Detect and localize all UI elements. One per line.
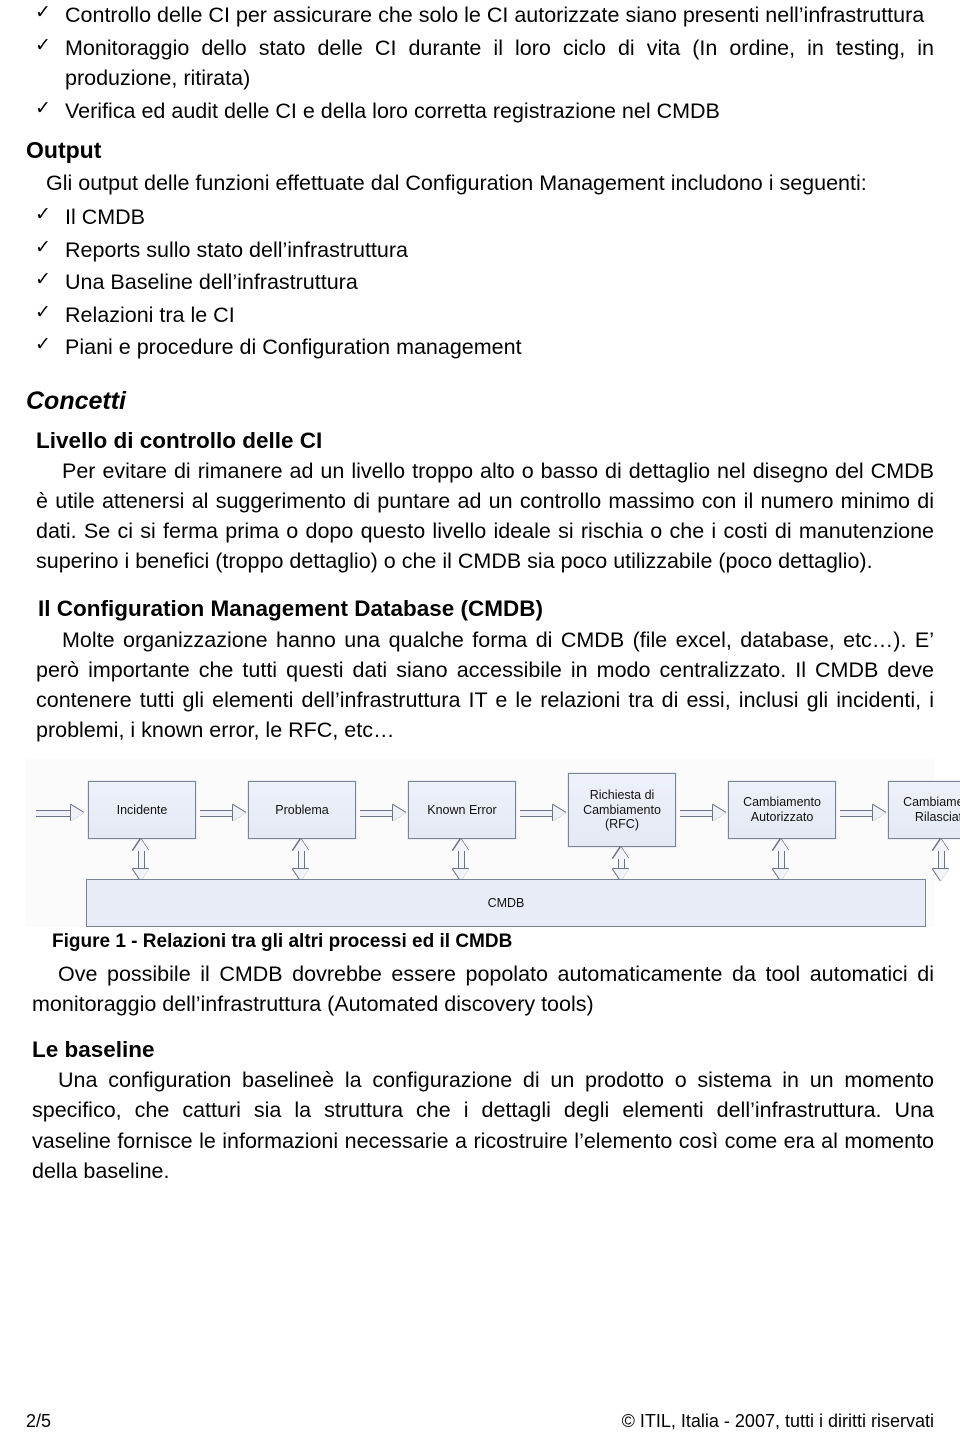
node-problema: Problema	[248, 780, 356, 839]
list-item: ✓ Reports sullo stato dell’infrastruttur…	[26, 235, 934, 266]
link-arrow-problema-cmdb	[293, 838, 310, 881]
after-figure-body-text: Ove possibile il CMDB dovrebbe essere po…	[32, 961, 934, 1016]
flow-arrow-1	[200, 804, 246, 822]
baseline-body-text: Una configuration baselineè la configura…	[32, 1068, 934, 1183]
link-arrow-cambiamento-rilasciato-cmdb	[933, 838, 950, 881]
node-label: Incidente	[116, 802, 168, 817]
node-label: Known Error	[427, 802, 497, 817]
list-item: ✓ Verifica ed audit delle CI e della lor…	[26, 96, 934, 127]
link-arrow-cambiamento-autorizzato-cmdb	[773, 838, 790, 881]
list-item-text: Piani e procedure di Configuration manag…	[65, 335, 522, 360]
list-item-text: Il CMDB	[65, 205, 146, 230]
cmdb-repository-label: CMDB	[487, 895, 525, 910]
node-label: Problema	[275, 802, 329, 817]
checkmark-icon: ✓	[35, 204, 51, 226]
figure-caption: Figure 1 - Relazioni tra gli altri proce…	[52, 930, 513, 952]
checkmark-icon: ✓	[35, 301, 51, 323]
node-cambiamento-autorizzato: Cambiamento Autorizzato	[728, 780, 836, 839]
list-item-text: Una Baseline dell’infrastruttura	[65, 270, 358, 295]
list-item-text: Reports sullo stato dell’infrastruttura	[65, 237, 408, 262]
node-label: Richiesta di Cambiamento (RFC)	[583, 787, 661, 832]
process-flow-diagram: Incidente Problema Known Error Richiesta…	[26, 759, 960, 927]
concetti-heading: Concetti	[26, 386, 126, 415]
livello-body-text: Per evitare di rimanere ad un livello tr…	[36, 458, 934, 574]
flow-arrow-entry	[36, 804, 84, 822]
checkmark-icon: ✓	[35, 34, 51, 56]
list-item: ✓ Il CMDB	[26, 202, 934, 233]
cmdb-body-text: Molte organizzazione hanno una qualche f…	[36, 627, 934, 742]
copyright-notice: © ITIL, Italia - 2007, tutti i diritti r…	[621, 1411, 934, 1431]
node-incidente: Incidente	[88, 780, 196, 839]
output-bullet-list: ✓ Il CMDB ✓ Reports sullo stato dell’inf…	[26, 202, 934, 363]
list-item: ✓ Monitoraggio dello stato delle CI dura…	[26, 33, 934, 94]
output-heading: Output	[26, 137, 102, 164]
list-item-text: Monitoraggio dello stato delle CI durant…	[65, 35, 934, 91]
list-item: ✓ Una Baseline dell’infrastruttura	[26, 267, 934, 298]
page-footer: 2/5 © ITIL, Italia - 2007, tutti i dirit…	[26, 1411, 934, 1432]
node-known-error: Known Error	[408, 780, 516, 839]
flow-arrow-3	[520, 804, 566, 822]
flow-arrow-4	[680, 804, 726, 822]
node-label: Cambiamento Autorizzato	[743, 795, 821, 824]
list-item-text: Controllo delle CI per assicurare che so…	[65, 3, 925, 27]
flow-arrow-2	[360, 804, 406, 822]
node-label: Cambiamento Rilasciato	[903, 795, 960, 824]
baseline-heading: Le baseline	[32, 1037, 155, 1063]
list-item-text: Verifica ed audit delle CI e della loro …	[65, 98, 720, 123]
list-item: ✓ Controllo delle CI per assicurare che …	[26, 0, 934, 31]
link-arrow-incidente-cmdb	[133, 838, 150, 881]
figure-1: Incidente Problema Known Error Richiesta…	[26, 758, 960, 927]
checkmark-icon: ✓	[35, 334, 51, 356]
checkmark-icon: ✓	[35, 2, 51, 23]
list-item: ✓ Relazioni tra le CI	[26, 300, 934, 331]
page-number: 2/5	[26, 1411, 52, 1431]
node-cambiamento-rilasciato: Cambiamento Rilasciato	[888, 780, 960, 839]
node-richiesta-cambiamento-rfc: Richiesta di Cambiamento (RFC)	[568, 772, 676, 847]
output-lead-text: Gli output delle funzioni effettuate dal…	[46, 170, 867, 195]
checkmark-icon: ✓	[35, 97, 51, 119]
checkmark-icon: ✓	[35, 269, 51, 291]
top-bullet-list: ✓ Controllo delle CI per assicurare che …	[26, 0, 934, 126]
document-page: ✓ Controllo delle CI per assicurare che …	[0, 0, 960, 1446]
livello-heading: Livello di controllo delle CI	[36, 427, 323, 453]
list-item-text: Relazioni tra le CI	[65, 302, 235, 327]
list-item: ✓ Piani e procedure di Configuration man…	[26, 332, 934, 363]
checkmark-icon: ✓	[35, 236, 51, 258]
link-arrow-rfc-cmdb	[613, 846, 630, 881]
cmdb-heading: Il Configuration Management Database (CM…	[38, 596, 544, 622]
link-arrow-known-error-cmdb	[453, 838, 470, 881]
cmdb-repository-bar: CMDB	[86, 878, 926, 927]
flow-arrow-5	[840, 804, 886, 822]
